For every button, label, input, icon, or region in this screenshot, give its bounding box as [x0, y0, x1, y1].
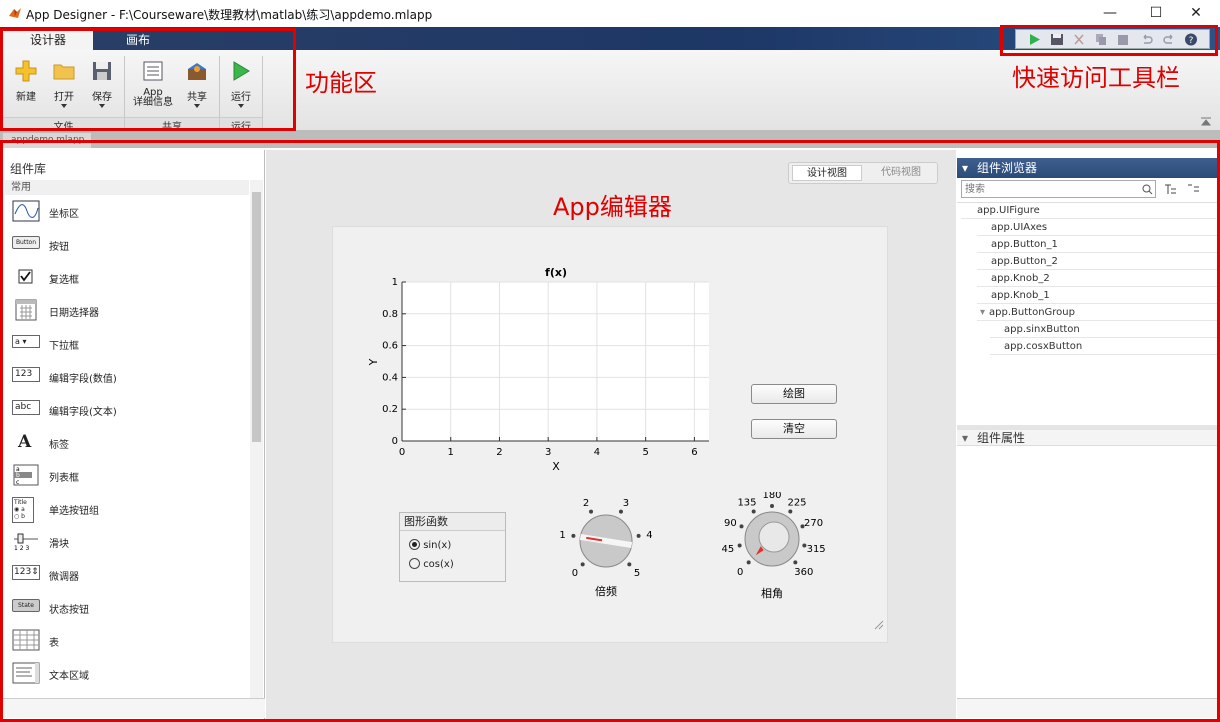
minimize-button[interactable]: — [1090, 2, 1130, 24]
ribbon-annotation-label: 功能区 [305, 69, 377, 97]
window-title: App Designer - F:\Courseware\数理教材\matlab… [26, 8, 433, 22]
editor-annotation-box [0, 140, 1220, 722]
close-button[interactable]: ✕ [1176, 2, 1216, 24]
qat-annotation-label: 快速访问工具栏 [1012, 64, 1180, 92]
title-bar: App Designer - F:\Courseware\数理教材\matlab… [0, 0, 1220, 27]
matlab-logo-icon [9, 8, 21, 18]
collapse-ribbon-icon[interactable] [1200, 116, 1212, 126]
qat-annotation-box [1000, 25, 1218, 56]
maximize-button[interactable]: ☐ [1136, 2, 1176, 24]
ribbon-annotation-box [0, 28, 296, 131]
editor-annotation-label: App编辑器 [553, 193, 672, 221]
